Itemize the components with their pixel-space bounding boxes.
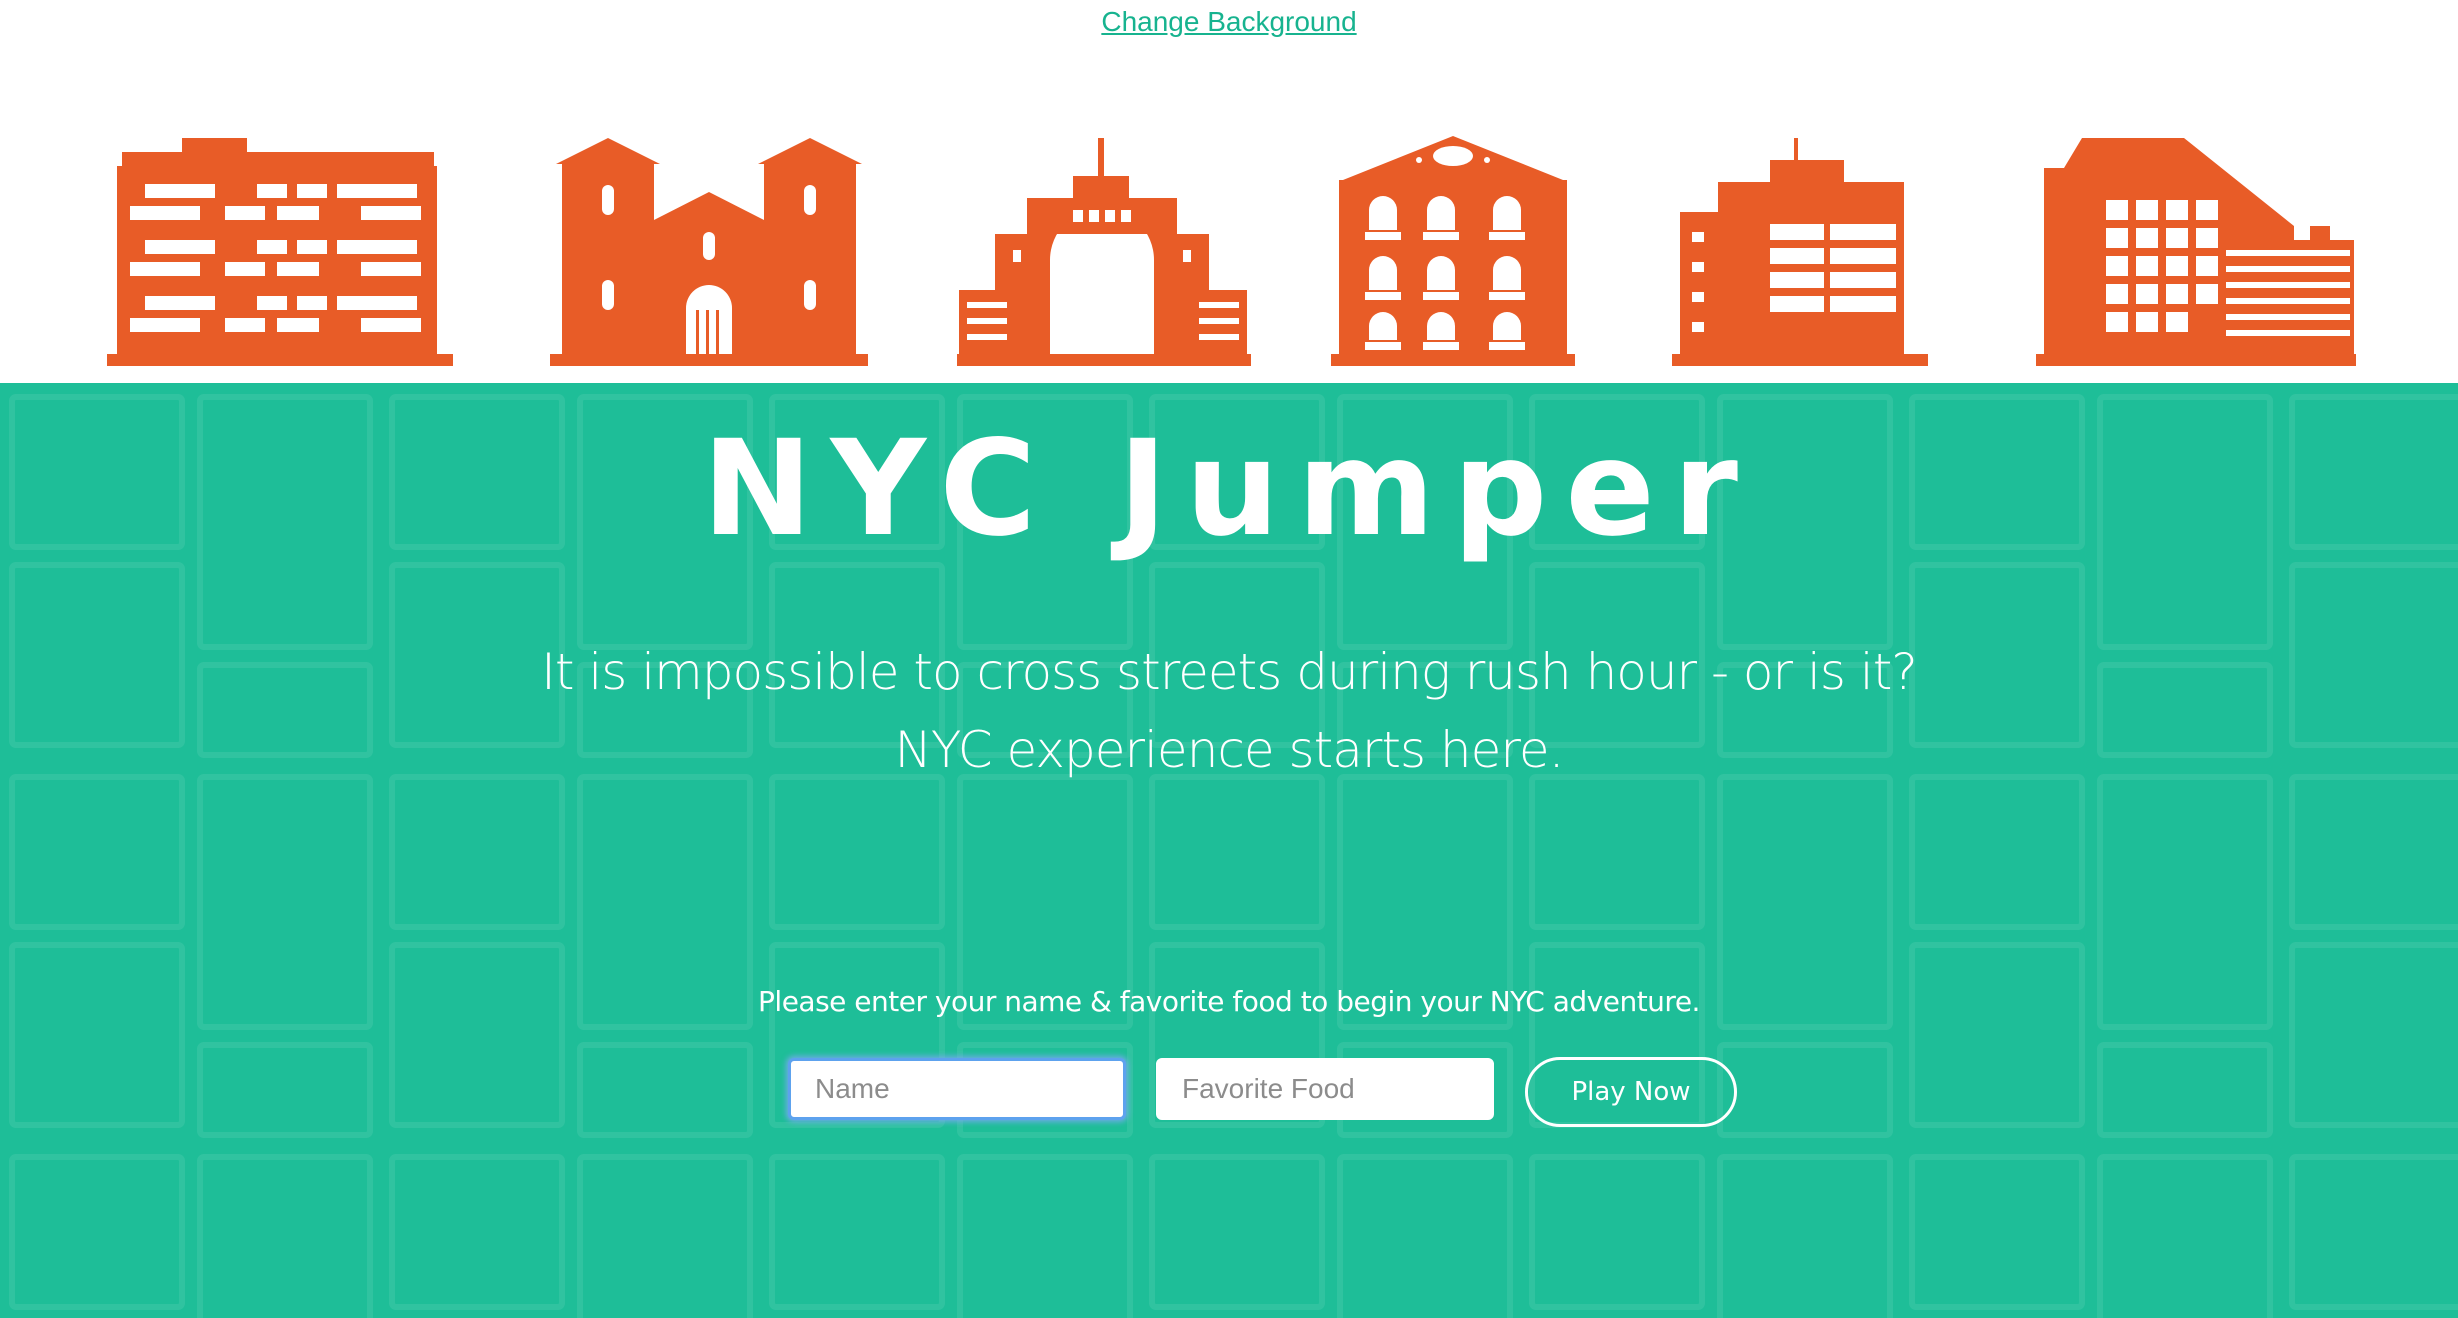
name-input[interactable] bbox=[788, 1058, 1126, 1120]
favorite-food-input[interactable] bbox=[1156, 1058, 1494, 1120]
hero-section: NYC Jumper It is impossible to cross str… bbox=[0, 383, 2458, 1318]
form-instructions: Please enter your name & favorite food t… bbox=[758, 985, 1700, 1018]
page-title: NYC Jumper bbox=[702, 412, 1756, 566]
tagline-line-1: It is impossible to cross streets during… bbox=[541, 643, 1918, 701]
skyline bbox=[0, 130, 2458, 375]
tagline-line-2: NYC experience starts here. bbox=[894, 721, 1565, 779]
play-now-button[interactable]: Play Now bbox=[1525, 1057, 1737, 1127]
office-building-icon bbox=[1672, 138, 1928, 366]
church-icon bbox=[550, 138, 868, 366]
change-background-link[interactable]: Change Background bbox=[0, 6, 2458, 38]
tower-building-icon bbox=[2036, 138, 2356, 366]
header-area: Change Background bbox=[0, 0, 2458, 383]
apartment-building-icon bbox=[107, 138, 453, 366]
ornate-building-icon bbox=[1331, 136, 1575, 366]
tagline: It is impossible to cross streets during… bbox=[0, 633, 2458, 789]
arch-building-icon bbox=[957, 138, 1251, 366]
